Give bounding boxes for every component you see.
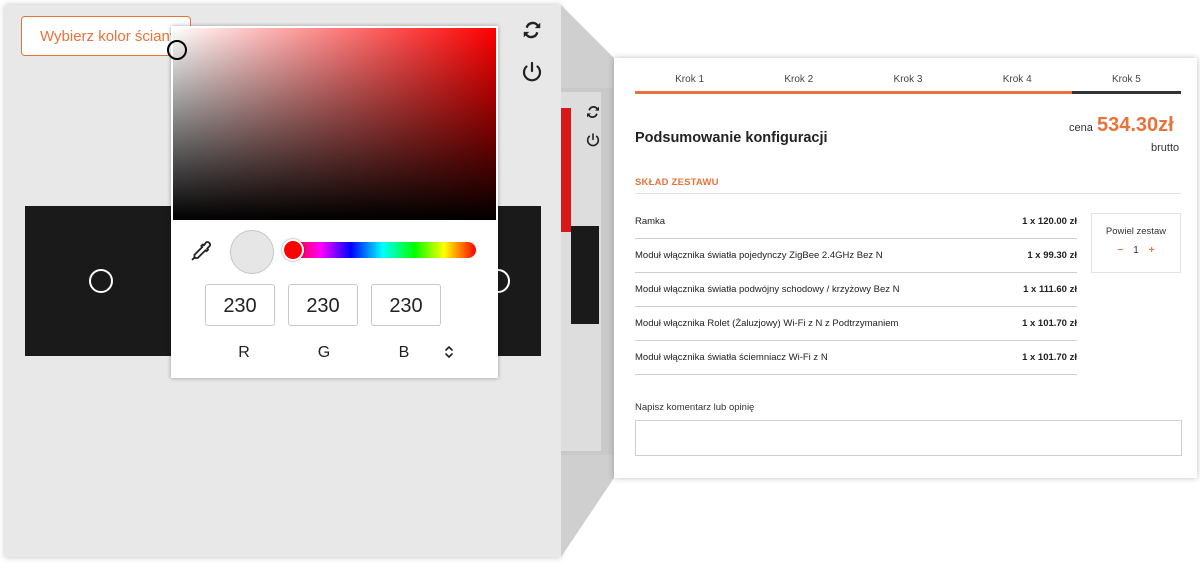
green-label: G <box>317 344 331 361</box>
red-input[interactable]: 230 <box>205 284 275 326</box>
tab-step-5[interactable]: Krok 5 <box>1071 70 1182 94</box>
tab-step-3[interactable]: Krok 3 <box>853 70 963 94</box>
red-label: R <box>238 344 250 361</box>
comment-label: Napisz komentarz lub opinię <box>635 402 755 413</box>
comment-field[interactable] <box>635 420 1182 456</box>
repeat-set-label: Powiel zestaw <box>1105 226 1167 237</box>
section-divider <box>635 193 1181 194</box>
step-tabs: Krok 1 Krok 2 Krok 3 Krok 4 Krok 5 <box>635 70 1182 94</box>
color-picker-popup: 230 230 230 R G B <box>167 26 498 378</box>
page-title: Podsumowanie konfiguracji <box>635 130 828 146</box>
decrement-button[interactable]: − <box>1117 245 1123 256</box>
blue-input[interactable]: 230 <box>371 284 441 326</box>
saturation-handle[interactable] <box>167 40 187 60</box>
choose-wall-color-button[interactable]: Wybierz kolor ściany <box>21 16 191 56</box>
tab-step-1[interactable]: Krok 1 <box>635 70 745 94</box>
item-qty: 1 x 101.70 zł <box>1022 318 1077 329</box>
hue-slider-handle[interactable] <box>282 239 304 261</box>
increment-button[interactable]: + <box>1149 245 1155 256</box>
item-name: Moduł włącznika Rolet (Żaluzjowy) Wi-Fi … <box>635 318 899 329</box>
item-name: Moduł włącznika światła podwójny schodow… <box>635 284 900 295</box>
item-qty: 1 x 101.70 zł <box>1022 352 1077 363</box>
list-item: Ramka 1 x 120.00 zł <box>635 205 1077 239</box>
green-input[interactable]: 230 <box>288 284 358 326</box>
switch-module-left[interactable] <box>89 269 113 293</box>
tab-step-2[interactable]: Krok 2 <box>744 70 854 94</box>
quantity-value: 1 <box>1133 245 1139 256</box>
middle-power-icon[interactable] <box>583 130 603 150</box>
quantity-stepper: − 1 + <box>1092 245 1180 256</box>
price-note: brutto <box>1151 142 1180 154</box>
blue-label: B <box>398 344 410 361</box>
current-color-swatch <box>230 230 274 274</box>
price-value: 534.30zł <box>1097 114 1174 136</box>
hue-slider[interactable] <box>289 242 476 258</box>
eyedropper-icon[interactable] <box>189 239 213 263</box>
refresh-icon[interactable] <box>519 17 545 43</box>
list-item: Moduł włącznika światła podwójny schodow… <box>635 273 1077 307</box>
middle-red-strip <box>561 108 571 232</box>
format-toggle-icon[interactable] <box>443 344 455 360</box>
power-icon[interactable] <box>519 59 545 85</box>
item-name: Moduł włącznika światła ściemniacz Wi-Fi… <box>635 352 828 363</box>
item-name: Moduł włącznika światła pojedynczy ZigBe… <box>635 250 883 261</box>
repeat-set-box: Powiel zestaw − 1 + <box>1091 213 1181 273</box>
list-item: Moduł włącznika światła ściemniacz Wi-Fi… <box>635 341 1077 375</box>
middle-refresh-icon[interactable] <box>583 102 603 122</box>
section-title: SKŁAD ZESTAWU <box>635 177 719 188</box>
item-qty: 1 x 99.30 zł <box>1027 250 1077 261</box>
item-qty: 1 x 111.60 zł <box>1023 284 1077 295</box>
list-item: Moduł włącznika Rolet (Żaluzjowy) Wi-Fi … <box>635 307 1077 341</box>
item-qty: 1 x 120.00 zł <box>1022 216 1077 227</box>
middle-dark-frame <box>571 226 599 324</box>
price-label: cena <box>1069 122 1093 134</box>
tab-step-4[interactable]: Krok 4 <box>962 70 1072 94</box>
list-item: Moduł włącznika światła pojedynczy ZigBe… <box>635 239 1077 273</box>
item-name: Ramka <box>635 216 666 227</box>
saturation-value-area[interactable] <box>167 28 496 220</box>
